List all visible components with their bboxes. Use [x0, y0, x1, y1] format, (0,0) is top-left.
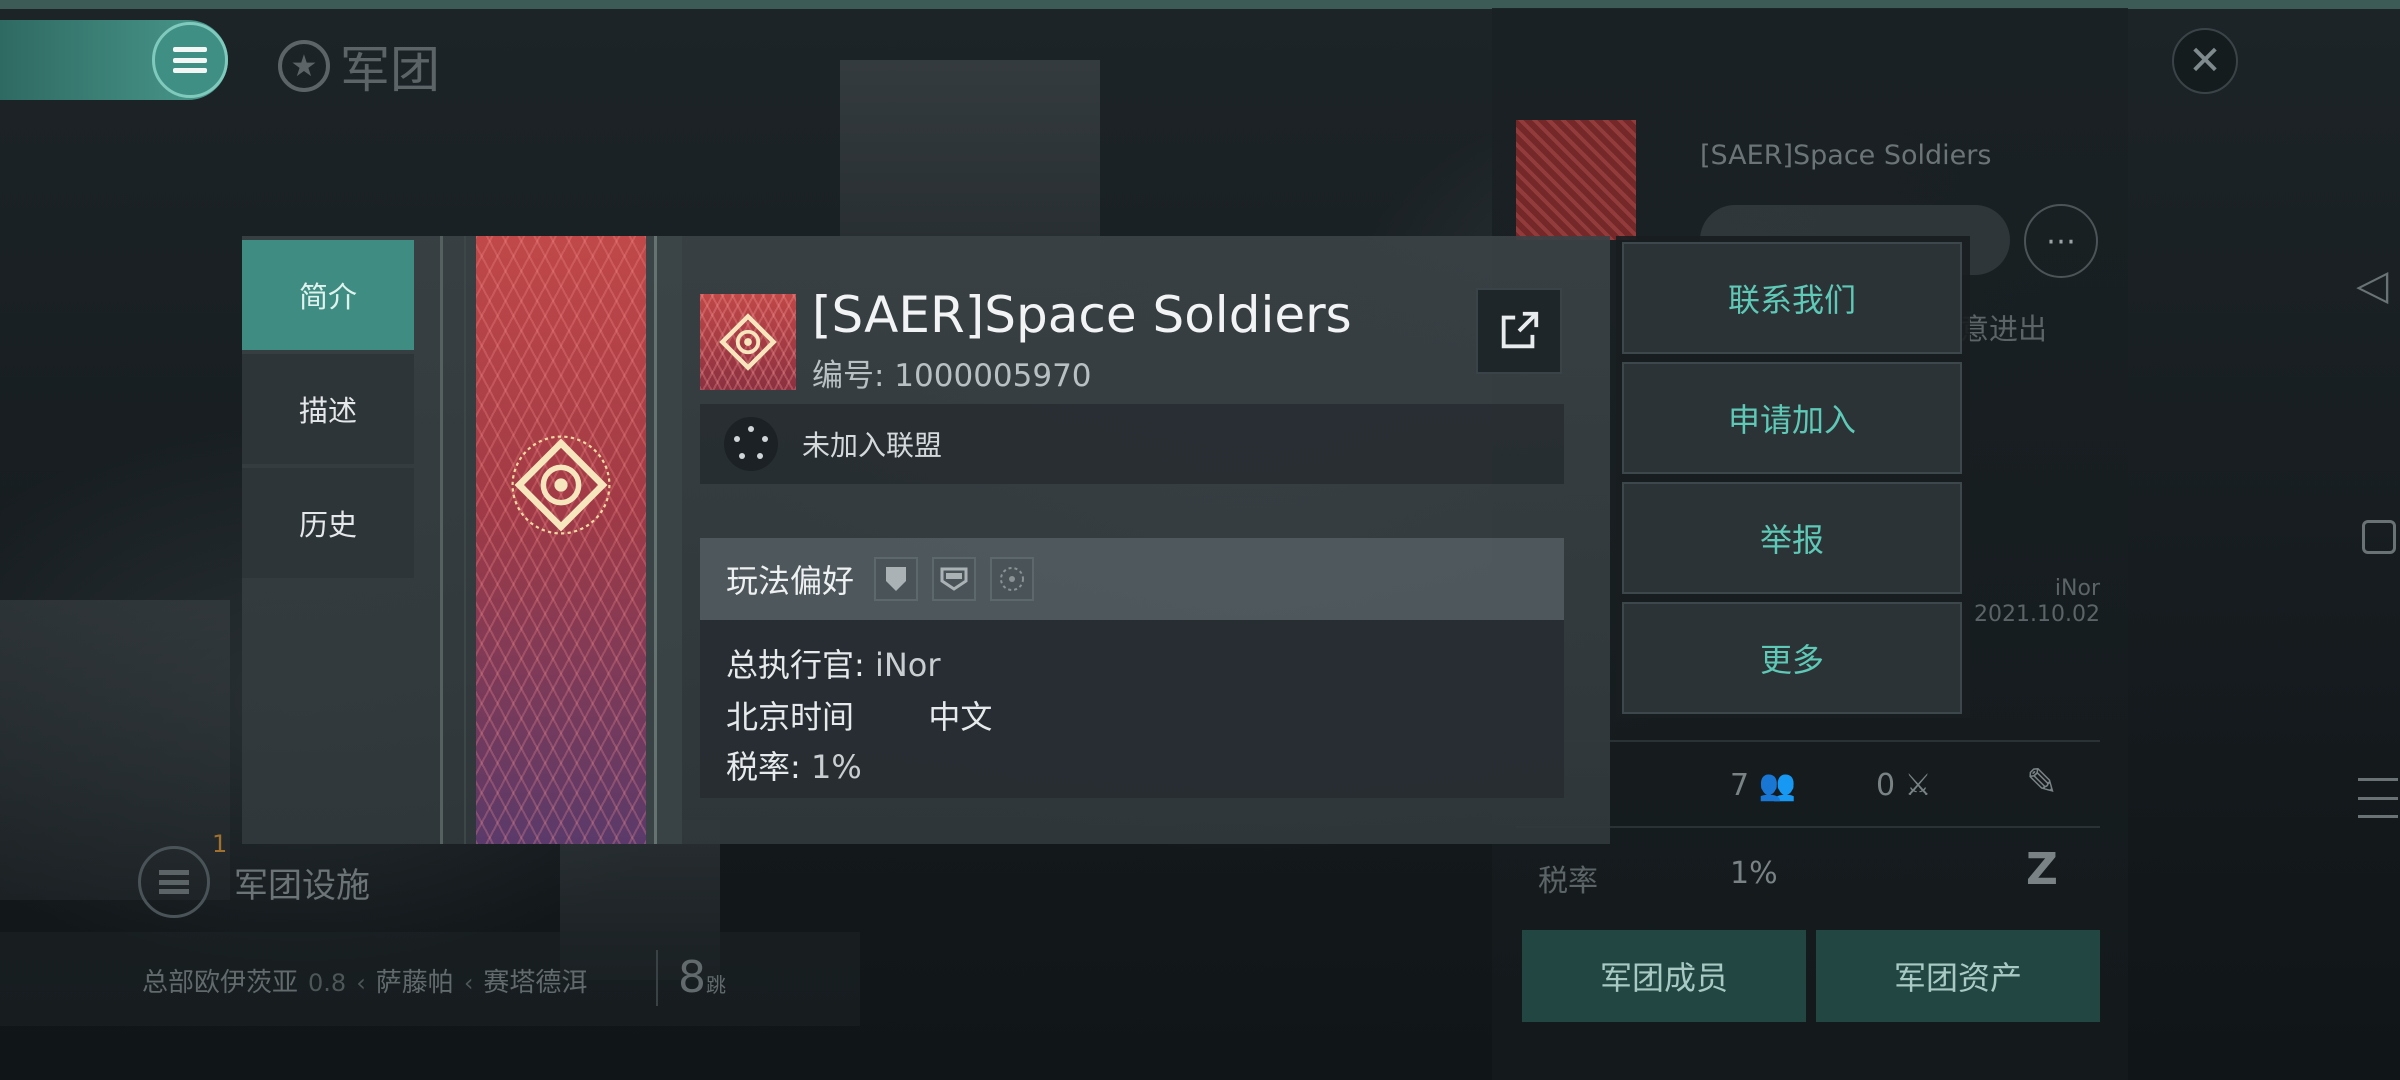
tab-description[interactable]: 描述	[242, 354, 414, 464]
tabs-rail	[420, 236, 476, 844]
contact-us-button[interactable]: 联系我们	[1622, 242, 1962, 354]
route-jumps: 8跳	[678, 952, 726, 1003]
chevron-left-icon: ‹	[463, 969, 474, 997]
corp-name: [SAER]Space Soldiers	[812, 286, 1352, 344]
corp-assets-button[interactable]: 军团资产	[1816, 930, 2100, 1022]
apply-join-button[interactable]: 申请加入	[1622, 362, 1962, 474]
hangar-icon[interactable]	[932, 557, 977, 601]
corp-members-button[interactable]: 军团成员	[1522, 930, 1806, 1022]
route-origin: 总部欧伊茨亚	[142, 968, 299, 998]
tab-intro[interactable]: 简介	[242, 240, 414, 350]
playstyle-row: 玩法偏好	[700, 538, 1564, 620]
alliance-row[interactable]: 未加入联盟	[700, 404, 1564, 484]
corp-banner	[476, 236, 646, 844]
action-menu: 联系我们 申请加入 举报 更多	[1616, 236, 1970, 718]
alliance-status: 未加入联盟	[802, 429, 943, 462]
facilities-label[interactable]: 军团设施	[234, 858, 370, 907]
side-panel-more-button[interactable]: ⋯	[2024, 204, 2098, 278]
members-icon: 👥	[1758, 768, 1796, 803]
corp-emblem	[700, 294, 796, 390]
nav-menu-icon[interactable]	[2358, 778, 2398, 818]
edit-icon[interactable]: ✎	[2026, 760, 2058, 804]
ceo-line: 总执行官: iNor	[726, 640, 941, 686]
route-text: 总部欧伊茨亚 0.8 ‹ 萨藤帕 ‹ 赛塔德洱	[142, 962, 587, 999]
facilities-badge: 1	[212, 830, 228, 858]
side-panel-emblem	[1516, 120, 1636, 240]
chevron-left-icon: ‹	[356, 969, 366, 997]
tab-history[interactable]: 历史	[242, 468, 414, 578]
nav-back-icon[interactable]: ◁	[2356, 260, 2388, 309]
corp-id: 编号: 1000005970	[812, 358, 1092, 394]
corp-logo-icon	[511, 435, 611, 535]
alliance-icon	[724, 417, 778, 471]
member-count: 7 👥	[1730, 768, 1796, 803]
tax-value: 1%	[810, 748, 862, 786]
swords-icon: ⚔	[1904, 768, 1932, 803]
timezone-line: 北京时间 中文	[726, 692, 992, 738]
facilities-button[interactable]	[138, 846, 210, 918]
legion-star-icon: ★	[278, 40, 330, 92]
side-panel-tax-value: 1%	[1730, 856, 1778, 891]
corp-logo-icon	[719, 313, 777, 371]
tax-settings-icon[interactable]: Z	[2026, 844, 2058, 895]
route-origin-security: 0.8	[308, 969, 347, 997]
timezone: 北京时间	[726, 698, 855, 736]
side-panel-tax-label: 税率	[1538, 864, 1598, 899]
side-panel-corp-name: [SAER]Space Soldiers	[1700, 140, 1992, 171]
route-separator	[656, 950, 658, 1006]
external-link-icon	[1501, 311, 1539, 349]
target-icon[interactable]	[990, 557, 1035, 601]
share-button[interactable]	[1476, 288, 1562, 374]
banner-edge	[646, 236, 682, 844]
close-icon: ✕	[2188, 38, 2222, 84]
page-title: ★ 军团	[278, 30, 440, 102]
playstyle-label: 玩法偏好	[726, 562, 855, 600]
report-button[interactable]: 举报	[1622, 482, 1962, 594]
route-stop: 赛塔德洱	[483, 968, 588, 998]
war-count: 0 ⚔	[1876, 768, 1932, 803]
close-button[interactable]: ✕	[2172, 28, 2238, 94]
route-stop: 萨藤帕	[375, 968, 454, 998]
nav-home-icon[interactable]	[2362, 520, 2396, 554]
more-button[interactable]: 更多	[1622, 602, 1962, 714]
ceo-value[interactable]: iNor	[875, 646, 941, 684]
side-panel-ceo: iNor	[2054, 576, 2100, 601]
list-icon	[159, 870, 189, 894]
shield-icon[interactable]	[874, 557, 919, 601]
page-title-text: 军团	[340, 41, 440, 99]
info-tabs: 简介 描述 历史	[242, 236, 416, 844]
tax-line: 税率: 1%	[726, 742, 862, 788]
main-menu-button[interactable]	[152, 22, 228, 98]
language: 中文	[928, 698, 993, 736]
tax-label: 税率:	[726, 748, 801, 786]
corp-details: 总执行官: iNor 北京时间 中文 税率: 1%	[700, 620, 1564, 798]
menu-icon	[173, 47, 207, 73]
side-panel-access-text: 意进出	[1960, 312, 2048, 346]
ceo-label: 总执行官:	[726, 646, 865, 684]
